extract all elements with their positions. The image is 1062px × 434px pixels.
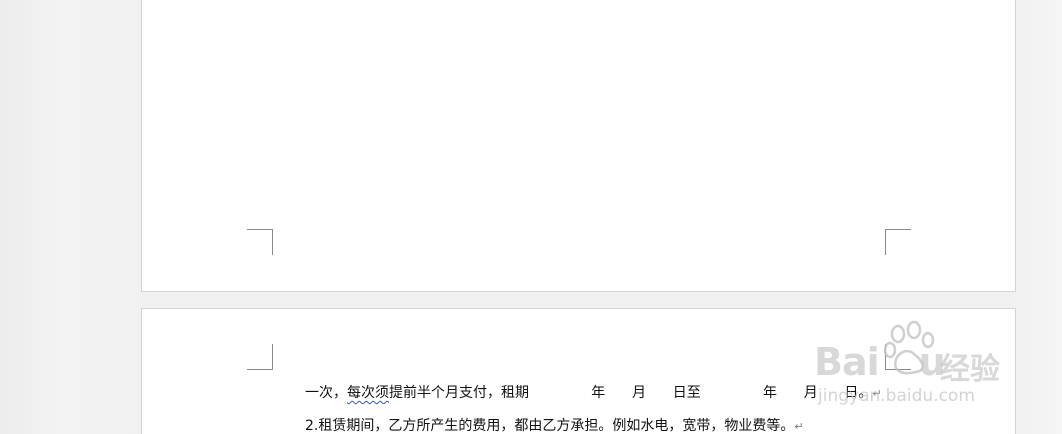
paragraph-line-1[interactable]: 一次，每次须提前半个月支付，租期 年 月 日至 年 月 日。↵ (305, 384, 882, 403)
jingyan-logo-text: 经验 (940, 352, 1000, 387)
margin-corner-bottom-right (885, 229, 911, 255)
paragraph-line-2[interactable]: 2.租赁期间，乙方所产生的费用，都由乙方承担。例如水电，宽带，物业费等。↵ (305, 417, 804, 434)
baidu-jingyan-watermark: Bai u 经验 jingyan.baidu.com (812, 320, 1012, 415)
spellcheck-flagged-text[interactable]: 每次须 (347, 385, 389, 401)
line1-rest: 提前半个月支付，租期 年 月 日至 年 月 日。 (389, 385, 873, 401)
document-page-previous[interactable] (141, 0, 1016, 292)
watermark-url: jingyan.baidu.com (818, 386, 975, 406)
margin-corner-bottom-left (247, 229, 273, 255)
document-canvas: 一次，每次须提前半个月支付，租期 年 月 日至 年 月 日。↵ 2.租赁期间，乙… (0, 0, 1062, 434)
paragraph-mark-icon: ↵ (794, 420, 804, 433)
line2-text: 2.租赁期间，乙方所产生的费用，都由乙方承担。例如水电，宽带，物业费等。 (305, 418, 795, 434)
margin-corner-top-left (247, 344, 273, 370)
line1-prefix: 一次， (305, 385, 347, 401)
baidu-logo-text: Bai u (814, 340, 946, 384)
